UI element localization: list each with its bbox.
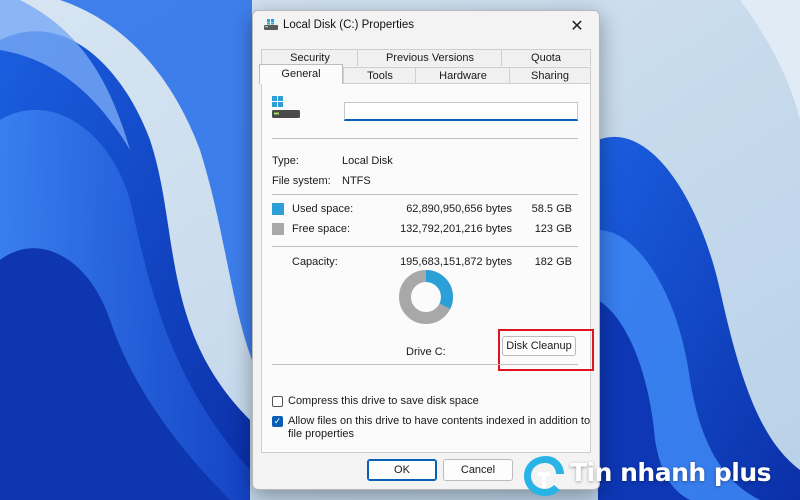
separator bbox=[272, 138, 578, 139]
free-space-size: 123 GB bbox=[534, 223, 572, 235]
tab-label: Tools bbox=[367, 70, 393, 82]
tab-general[interactable]: General bbox=[259, 64, 343, 84]
close-button[interactable]: ✕ bbox=[555, 11, 599, 41]
used-space-bytes: 62,890,950,656 bytes bbox=[406, 203, 512, 215]
tab-hardware[interactable]: Hardware bbox=[415, 67, 511, 84]
ok-button[interactable]: OK bbox=[367, 459, 437, 481]
free-space-label: Free space: bbox=[292, 223, 351, 235]
tab-previous-versions[interactable]: Previous Versions bbox=[357, 49, 503, 66]
properties-dialog: Local Disk (C:) Properties ✕ Security Pr… bbox=[252, 10, 600, 490]
type-label: Type: bbox=[272, 155, 299, 167]
capacity-label: Capacity: bbox=[292, 256, 338, 268]
tab-label: Hardware bbox=[439, 70, 487, 82]
tab-sharing[interactable]: Sharing bbox=[509, 67, 591, 84]
disk-cleanup-button[interactable]: Disk Cleanup bbox=[502, 336, 576, 356]
separator bbox=[272, 364, 578, 365]
disk-usage-donut-chart bbox=[399, 270, 453, 324]
watermark-text: Tin nhanh plus bbox=[570, 458, 772, 487]
capacity-bytes: 195,683,151,872 bytes bbox=[400, 256, 512, 268]
tab-label: Sharing bbox=[531, 70, 569, 82]
watermark-logo-icon bbox=[524, 456, 564, 496]
tab-label: Previous Versions bbox=[385, 52, 475, 64]
file-system-value: NTFS bbox=[342, 175, 371, 187]
drive-label: Drive C: bbox=[406, 346, 446, 358]
compress-label: Compress this drive to save disk space bbox=[288, 395, 479, 407]
type-value: Local Disk bbox=[342, 155, 393, 167]
drive-icon bbox=[264, 19, 278, 30]
tab-label: General bbox=[281, 68, 321, 80]
capacity-size: 182 GB bbox=[534, 256, 572, 268]
close-icon: ✕ bbox=[570, 18, 584, 35]
drive-name-input[interactable] bbox=[344, 102, 578, 121]
tab-tools[interactable]: Tools bbox=[343, 67, 417, 84]
windows-drive-icon bbox=[272, 96, 300, 118]
watermark: Tin nhanh plus bbox=[518, 452, 800, 500]
used-space-swatch bbox=[272, 203, 284, 215]
separator bbox=[272, 194, 578, 195]
separator bbox=[272, 246, 578, 247]
free-space-bytes: 132,792,201,216 bytes bbox=[400, 223, 512, 235]
window-title: Local Disk (C:) Properties bbox=[283, 19, 415, 31]
general-tab-panel: Type: Local Disk File system: NTFS Used … bbox=[261, 83, 594, 453]
used-space-size: 58.5 GB bbox=[531, 203, 572, 215]
file-system-label: File system: bbox=[272, 175, 331, 187]
free-space-swatch bbox=[272, 223, 284, 235]
checkmark-icon: ✓ bbox=[273, 416, 282, 426]
compress-checkbox[interactable] bbox=[272, 396, 283, 407]
cancel-button[interactable]: Cancel bbox=[443, 459, 513, 481]
index-label-line1: Allow files on this drive to have conten… bbox=[288, 415, 591, 427]
used-space-label: Used space: bbox=[292, 203, 354, 215]
title-bar[interactable]: Local Disk (C:) Properties ✕ bbox=[253, 11, 599, 41]
tab-quota[interactable]: Quota bbox=[501, 49, 591, 66]
tab-label: Security bbox=[290, 52, 330, 64]
tab-label: Quota bbox=[531, 52, 561, 64]
index-checkbox[interactable]: ✓ bbox=[272, 416, 283, 427]
index-label-line2: file properties bbox=[288, 428, 355, 440]
